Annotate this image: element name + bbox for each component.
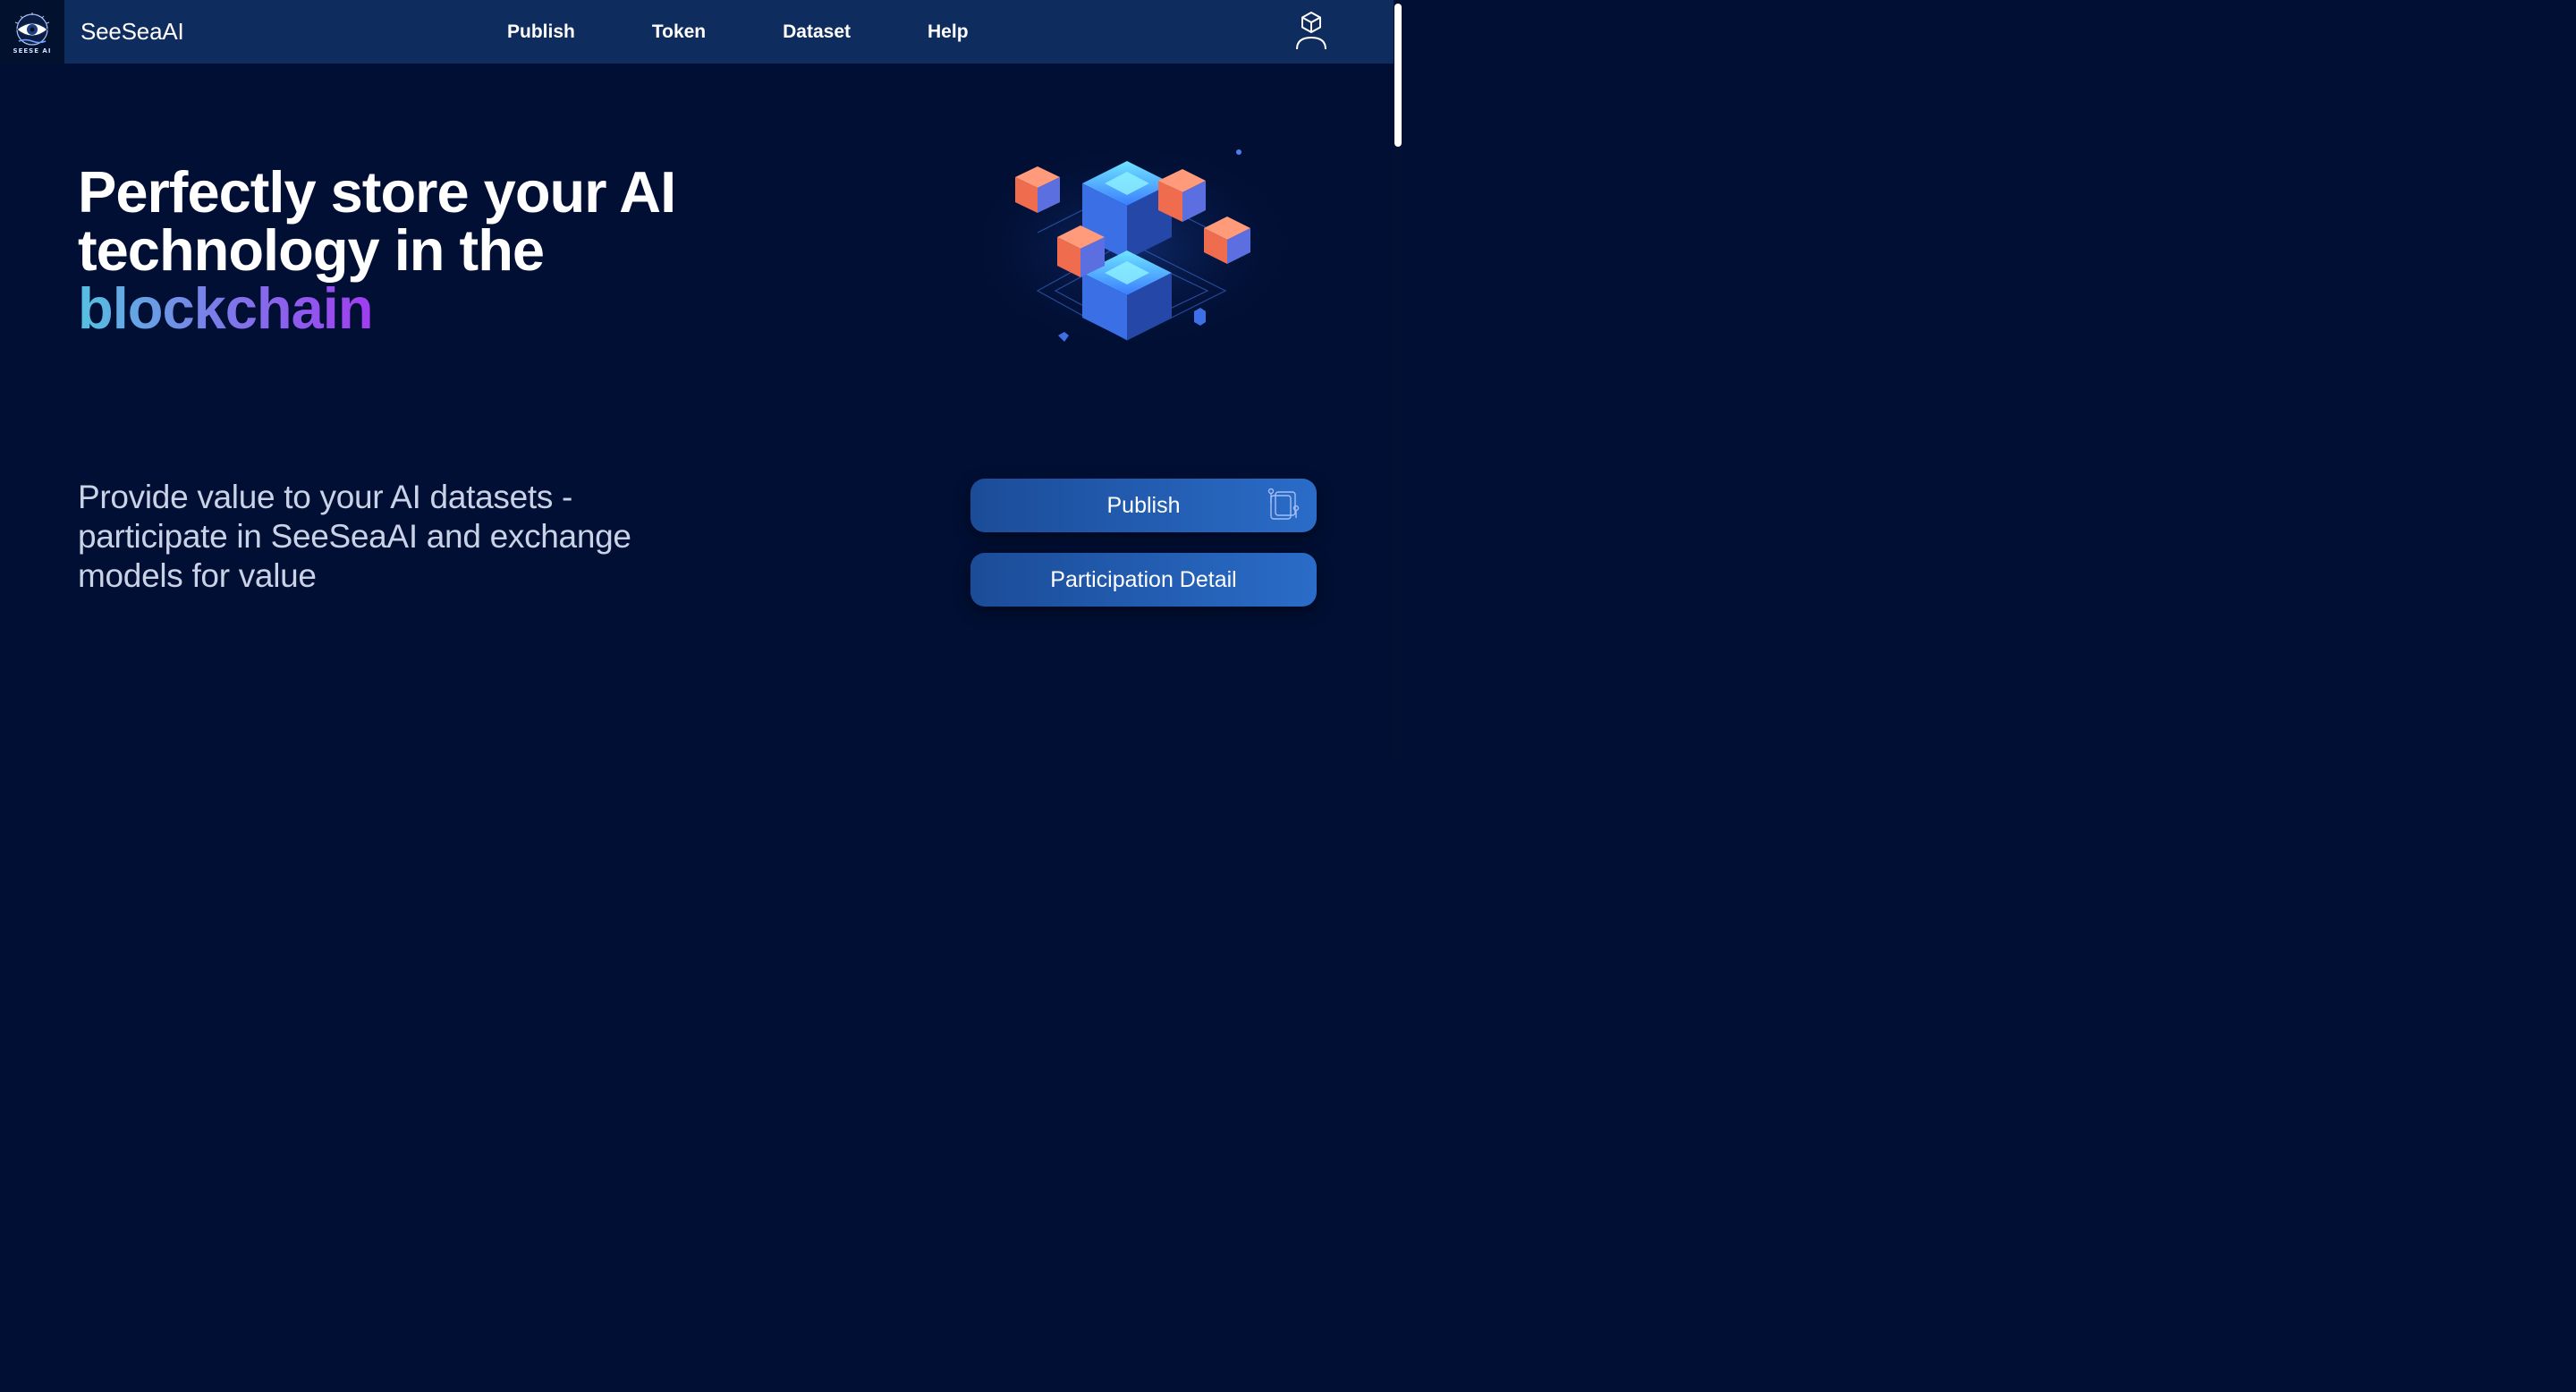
nav-token[interactable]: Token: [652, 21, 706, 43]
publish-button-label: Publish: [1106, 492, 1181, 518]
hero-subtitle: Provide value to your AI datasets - part…: [78, 479, 631, 594]
isometric-cubes-image: [962, 139, 1301, 353]
nav-dataset[interactable]: Dataset: [783, 21, 851, 43]
hero-title-line1: Perfectly store your AI: [78, 159, 676, 225]
eye-logo-icon: [14, 12, 50, 46]
nav-publish[interactable]: Publish: [507, 21, 575, 43]
nav-help[interactable]: Help: [928, 21, 969, 43]
publish-button[interactable]: Publish: [970, 479, 1317, 532]
hero-title-line2: technology in the: [78, 217, 545, 283]
document-layers-icon: [1267, 488, 1300, 520]
hero-title: Perfectly store your AI technology in th…: [78, 163, 758, 337]
blockchain-cubes-illustration: [957, 125, 1315, 358]
scrollbar[interactable]: [1394, 0, 1402, 758]
scrollbar-thumb[interactable]: [1394, 4, 1402, 147]
brand-name[interactable]: SeeSeaAI: [80, 18, 184, 46]
page: SEESE AI SeeSeaAI Publish Token Dataset …: [0, 0, 1402, 758]
top-navbar: SEESE AI SeeSeaAI Publish Token Dataset …: [0, 0, 1394, 64]
main-nav: Publish Token Dataset Help: [507, 0, 969, 64]
logo[interactable]: SEESE AI: [0, 0, 64, 64]
user-cube-icon: [1296, 12, 1326, 50]
logo-text: SEESE AI: [13, 47, 52, 55]
participation-detail-label: Participation Detail: [1050, 566, 1237, 592]
hero-title-highlight: blockchain: [78, 276, 374, 341]
user-account-button[interactable]: [1293, 11, 1329, 52]
participation-detail-button[interactable]: Participation Detail: [970, 553, 1317, 607]
